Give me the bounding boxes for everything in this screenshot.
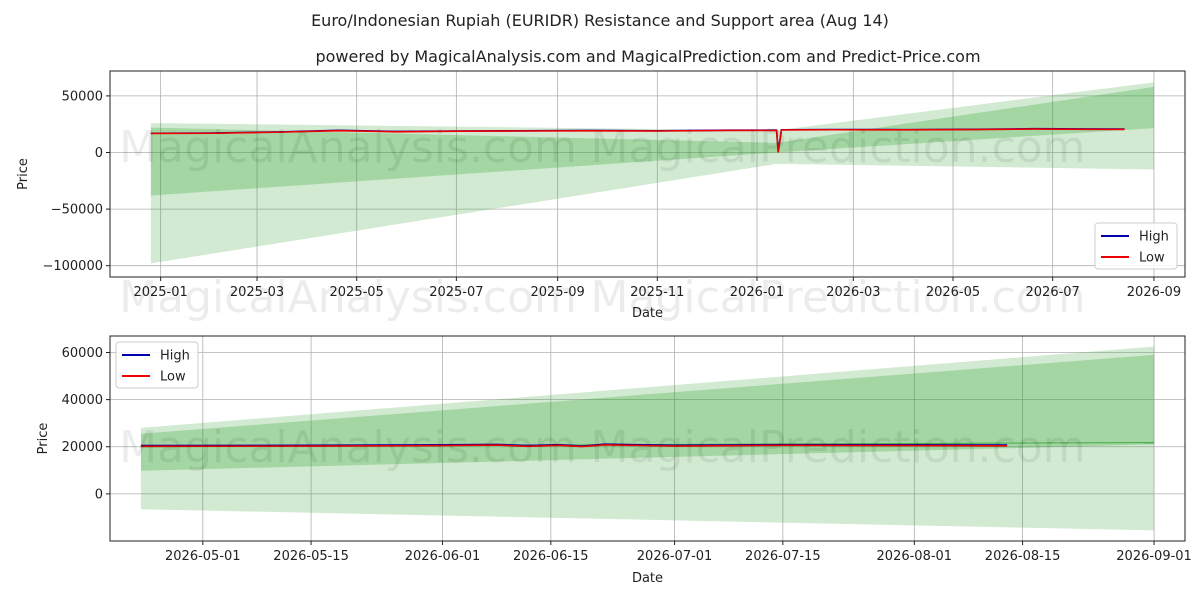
x-tick-label: 2026-09-01 bbox=[1116, 549, 1192, 564]
legend-label-low: Low bbox=[160, 370, 186, 385]
x-tick-label: 2026-06-01 bbox=[405, 549, 481, 564]
y-axis-label: Price bbox=[16, 158, 31, 190]
x-tick-label: 2026-05-15 bbox=[273, 549, 349, 564]
x-tick-label: 2026-05-01 bbox=[165, 549, 241, 564]
y-tick-label: −100000 bbox=[42, 259, 103, 274]
legend-label-high: High bbox=[160, 349, 190, 364]
legend: High Low bbox=[115, 341, 199, 389]
x-axis-label: Date bbox=[632, 571, 663, 586]
legend: High Low bbox=[1094, 222, 1178, 270]
x-tick-label: 2026-09 bbox=[1127, 285, 1181, 300]
chart-figure: Euro/Indonesian Rupiah (EURIDR) Resistan… bbox=[16, 11, 1192, 586]
x-tick-label: 2026-07-15 bbox=[745, 549, 821, 564]
x-tick-label: 2026-08-01 bbox=[877, 549, 953, 564]
watermark-prediction-top: MagicalPrediction.com bbox=[591, 122, 1086, 173]
legend-label-low: Low bbox=[1139, 251, 1165, 266]
chart-title: Euro/Indonesian Rupiah (EURIDR) Resistan… bbox=[311, 11, 889, 30]
watermark-analysis-mid: MagicalAnalysis.com bbox=[119, 272, 577, 323]
watermark-analysis-bottom: MagicalAnalysis.com bbox=[119, 422, 577, 473]
chart-subtitle: powered by MagicalAnalysis.com and Magic… bbox=[315, 47, 980, 66]
x-tick-label: 2026-06-15 bbox=[513, 549, 589, 564]
y-tick-label: 50000 bbox=[62, 89, 103, 104]
legend-label-high: High bbox=[1139, 230, 1169, 245]
y-tick-label: −50000 bbox=[51, 203, 103, 218]
y-tick-label: 0 bbox=[95, 487, 103, 502]
y-tick-label: 0 bbox=[95, 146, 103, 161]
watermark-prediction-bottom: MagicalPrediction.com bbox=[591, 422, 1086, 473]
x-tick-label: 2026-07-01 bbox=[637, 549, 713, 564]
y-axis-label: Price bbox=[36, 423, 51, 455]
y-tick-label: 40000 bbox=[62, 393, 103, 408]
watermark-analysis-top: MagicalAnalysis.com bbox=[119, 122, 577, 173]
y-tick-label: 20000 bbox=[62, 440, 103, 455]
watermark-prediction-mid: MagicalPrediction.com bbox=[591, 272, 1086, 323]
x-tick-label: 2026-08-15 bbox=[985, 549, 1061, 564]
y-tick-label: 60000 bbox=[62, 346, 103, 361]
